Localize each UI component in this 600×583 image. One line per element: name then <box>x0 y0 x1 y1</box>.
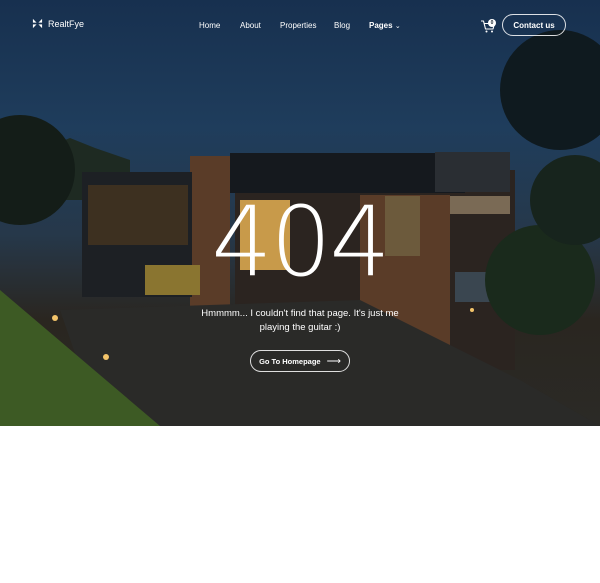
go-to-homepage-button[interactable]: Go To Homepage ⟶ <box>250 350 350 372</box>
top-navbar: RealtFye Home About Properties Blog Page… <box>0 0 600 52</box>
cart-count-badge: 0 <box>488 19 496 27</box>
nav-item-pages-label: Pages <box>369 21 393 30</box>
nav-item-pages[interactable]: Pages ⌄ <box>369 21 401 30</box>
brand-name: RealtFye <box>48 18 85 29</box>
leaf-cross-logo-icon <box>32 18 43 29</box>
nav-item-blog[interactable]: Blog <box>334 21 350 30</box>
arrow-right-icon: ⟶ <box>326 355 341 367</box>
error-message: Hmmmm... I couldn't find that page. It's… <box>201 308 399 333</box>
chevron-down-icon: ⌄ <box>394 23 401 30</box>
nav-item-home[interactable]: Home <box>199 21 220 30</box>
brand-logo[interactable]: RealtFye <box>32 18 84 29</box>
nav-item-about[interactable]: About <box>240 21 261 30</box>
nav-item-properties[interactable]: Properties <box>280 21 316 30</box>
hero-section: RealtFye Home About Properties Blog Page… <box>0 0 600 426</box>
go-to-homepage-label: Go To Homepage <box>259 356 321 366</box>
contact-us-button[interactable]: Contact us <box>502 14 566 36</box>
error-code: 404 <box>211 186 390 298</box>
